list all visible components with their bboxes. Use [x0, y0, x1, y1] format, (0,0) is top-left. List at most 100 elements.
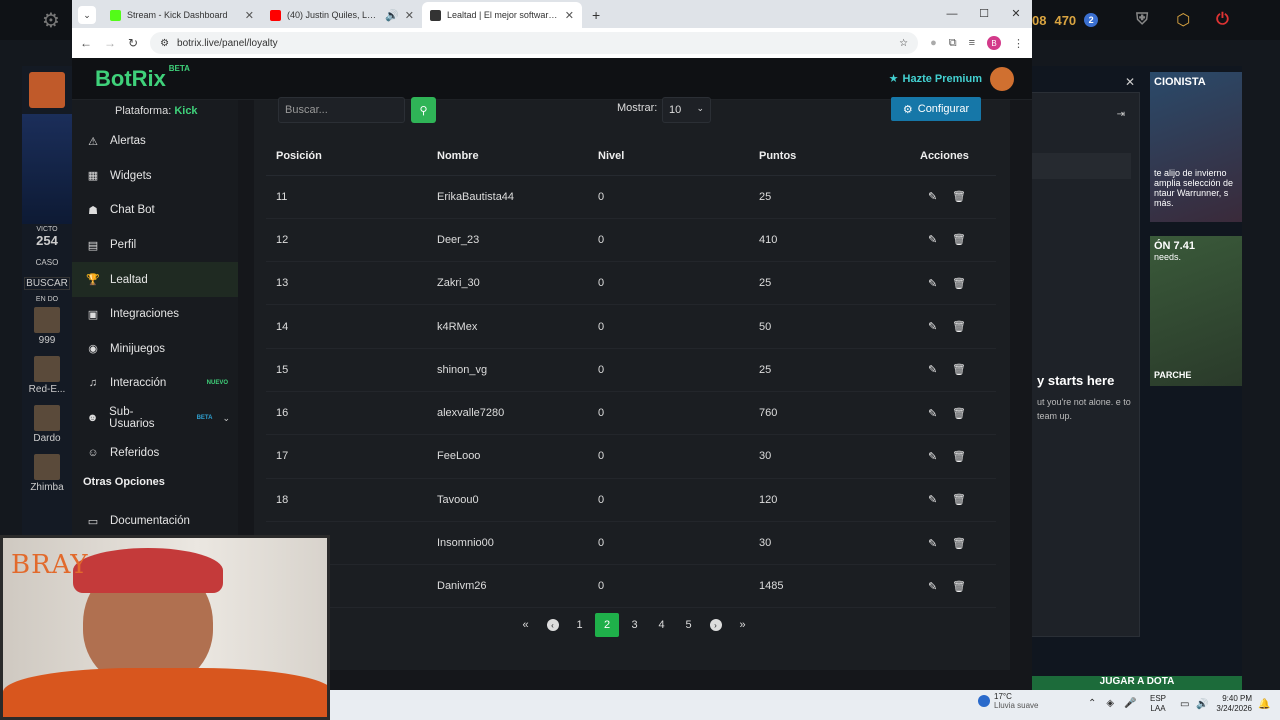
app-tray-icon[interactable]: ◈	[1106, 698, 1114, 709]
sidebar-item-interaccion[interactable]: ♫ Interacción NUEVO	[72, 366, 238, 401]
column-header[interactable]: Nivel	[588, 137, 749, 176]
configure-button[interactable]: ⚙ Configurar	[891, 97, 981, 121]
sidebar-item-perfil[interactable]: ▤ Perfil	[72, 228, 238, 263]
sidebar-item-alertas[interactable]: ⚠ Alertas	[72, 124, 238, 159]
friend-avatar[interactable]	[34, 356, 60, 382]
delete-icon[interactable]: 🗑	[952, 580, 966, 593]
user-avatar[interactable]	[990, 66, 1014, 91]
delete-icon[interactable]: 🗑	[952, 407, 966, 420]
page-2-button[interactable]: 2	[595, 613, 619, 637]
clock[interactable]: 9:40 PM 3/24/2026	[1210, 694, 1252, 714]
edit-icon[interactable]: ✎	[928, 450, 940, 463]
next-page-button[interactable]: ›	[702, 613, 729, 637]
friend-avatar[interactable]	[34, 454, 60, 480]
edit-icon[interactable]: ✎	[928, 320, 940, 333]
site-info-icon[interactable]: ⚙	[160, 38, 169, 49]
delete-icon[interactable]: 🗑	[952, 233, 966, 246]
play-button[interactable]: JUGAR A DOTA	[1032, 676, 1242, 690]
page-4-button[interactable]: 4	[648, 613, 675, 637]
edit-icon[interactable]: ✎	[928, 537, 940, 550]
menu-kebab-icon[interactable]: ⋮	[1013, 37, 1024, 50]
url-text[interactable]: botrix.live/panel/loyalty	[177, 38, 891, 49]
media-control-icon[interactable]: ≡	[969, 37, 975, 49]
delete-icon[interactable]: 🗑	[952, 190, 966, 203]
sidebar-item-documentacion[interactable]: ▭ Documentación	[72, 504, 238, 539]
delete-icon[interactable]: 🗑	[952, 450, 966, 463]
delete-icon[interactable]: 🗑	[952, 320, 966, 333]
patch-card[interactable]: ÓN 7.41 needs. PARCHE	[1150, 236, 1242, 386]
botrix-logo[interactable]: BotRix BETA	[95, 64, 190, 92]
close-tab-icon[interactable]: ✕	[565, 9, 574, 22]
language-indicator[interactable]: ESP LAA	[1150, 694, 1166, 714]
buscar-box[interactable]: BUSCAR	[24, 277, 70, 290]
power-icon[interactable]: ⏻	[1216, 11, 1229, 29]
edit-icon[interactable]: ✎	[928, 233, 940, 246]
weather-widget[interactable]: 17°C Lluvia suave	[978, 692, 1038, 710]
premium-button[interactable]: ★ Hazte Premium	[889, 72, 982, 86]
extensions-puzzle-icon[interactable]: ⧉	[949, 37, 957, 50]
collapse-icon[interactable]: ⇥	[1117, 109, 1125, 120]
delete-icon[interactable]: 🗑	[952, 493, 966, 506]
plus-hex-icon[interactable]: ⬡	[1176, 10, 1190, 30]
chevron-up-icon[interactable]: ⌃	[1088, 698, 1096, 709]
profile-avatar[interactable]: B	[987, 36, 1001, 50]
friend-avatar[interactable]	[34, 307, 60, 333]
notification-badge[interactable]: 2	[1084, 13, 1099, 27]
edit-icon[interactable]: ✎	[928, 190, 940, 203]
omnibox[interactable]: ⚙ botrix.live/panel/loyalty ☆	[150, 32, 919, 54]
sidebar-item-minijuegos[interactable]: ◉ Minijuegos	[72, 332, 238, 367]
sidebar-item-integraciones[interactable]: ▣ Integraciones	[72, 297, 238, 332]
forward-icon[interactable]: →	[104, 36, 116, 50]
new-tab-button[interactable]: +	[582, 7, 610, 28]
column-header[interactable]: Posición	[266, 137, 427, 176]
back-icon[interactable]: ←	[80, 36, 92, 50]
edit-icon[interactable]: ✎	[928, 493, 940, 506]
sidebar-item-sub-usuarios[interactable]: ☻ Sub-Usuarios BETA ⌄	[72, 401, 238, 436]
tab-youtube[interactable]: (40) Justin Quiles, Lenny Ta 🔊 ✕	[262, 2, 422, 28]
mic-icon[interactable]: 🎤	[1124, 698, 1136, 709]
close-window-icon[interactable]: ✕	[1000, 0, 1032, 28]
page-3-button[interactable]: 3	[621, 613, 648, 637]
last-page-button[interactable]: »	[729, 613, 756, 637]
edit-icon[interactable]: ✎	[928, 363, 940, 376]
edit-icon[interactable]: ✎	[928, 407, 940, 420]
news-card[interactable]: CIONISTA te alijo de invierno amplia sel…	[1150, 72, 1242, 222]
sidebar-item-chat-bot[interactable]: ☗ Chat Bot	[72, 193, 238, 228]
extension-circle-icon[interactable]: ●	[930, 37, 937, 49]
tab-search-button[interactable]: ⌄	[78, 6, 96, 24]
speaker-icon[interactable]: 🔊	[385, 9, 399, 22]
edit-icon[interactable]: ✎	[928, 580, 940, 593]
close-icon[interactable]: ✕	[1125, 75, 1135, 89]
helmet-icon[interactable]: ⛨	[1136, 11, 1148, 29]
close-tab-icon[interactable]: ✕	[405, 9, 414, 22]
tab-kick-dashboard[interactable]: Stream - Kick Dashboard ✕	[102, 2, 262, 28]
edit-icon[interactable]: ✎	[928, 277, 940, 290]
bookmark-star-icon[interactable]: ☆	[899, 38, 908, 49]
sidebar-item-lealtad[interactable]: 🏆 Lealtad	[72, 262, 238, 297]
network-icon[interactable]: ▭	[1180, 699, 1189, 710]
sidebar-item-referidos[interactable]: ☺ Referidos	[72, 435, 238, 470]
page-1-button[interactable]: 1	[566, 613, 593, 637]
friend-avatar[interactable]	[34, 405, 60, 431]
search-button[interactable]: ⚲	[411, 97, 436, 123]
reload-icon[interactable]: ↻	[128, 36, 138, 50]
close-tab-icon[interactable]: ✕	[245, 9, 254, 22]
search-input[interactable]: Buscar...	[278, 97, 405, 123]
column-header[interactable]: Puntos	[749, 137, 910, 176]
prev-page-button[interactable]: ‹	[539, 613, 566, 637]
notification-bell-icon[interactable]: 🔔	[1258, 699, 1270, 710]
delete-icon[interactable]: 🗑	[952, 363, 966, 376]
page-5-button[interactable]: 5	[675, 613, 702, 637]
delete-icon[interactable]: 🗑	[952, 537, 966, 550]
minimize-icon[interactable]: —	[936, 0, 968, 28]
sidebar-item-widgets[interactable]: ▦ Widgets	[72, 159, 238, 194]
tab-lealtad[interactable]: Lealtad | El mejor software para ✕	[422, 2, 582, 28]
delete-icon[interactable]: 🗑	[952, 277, 966, 290]
first-page-button[interactable]: «	[512, 613, 539, 637]
maximize-icon[interactable]: ☐	[968, 0, 1000, 28]
column-header[interactable]: Nombre	[427, 137, 588, 176]
gear-icon[interactable]: ⚙	[42, 8, 60, 33]
volume-icon[interactable]: 🔊	[1196, 699, 1208, 710]
chevron-down-icon[interactable]: ⌄	[222, 413, 230, 424]
page-size-select[interactable]: 10 ⌄	[662, 97, 711, 123]
